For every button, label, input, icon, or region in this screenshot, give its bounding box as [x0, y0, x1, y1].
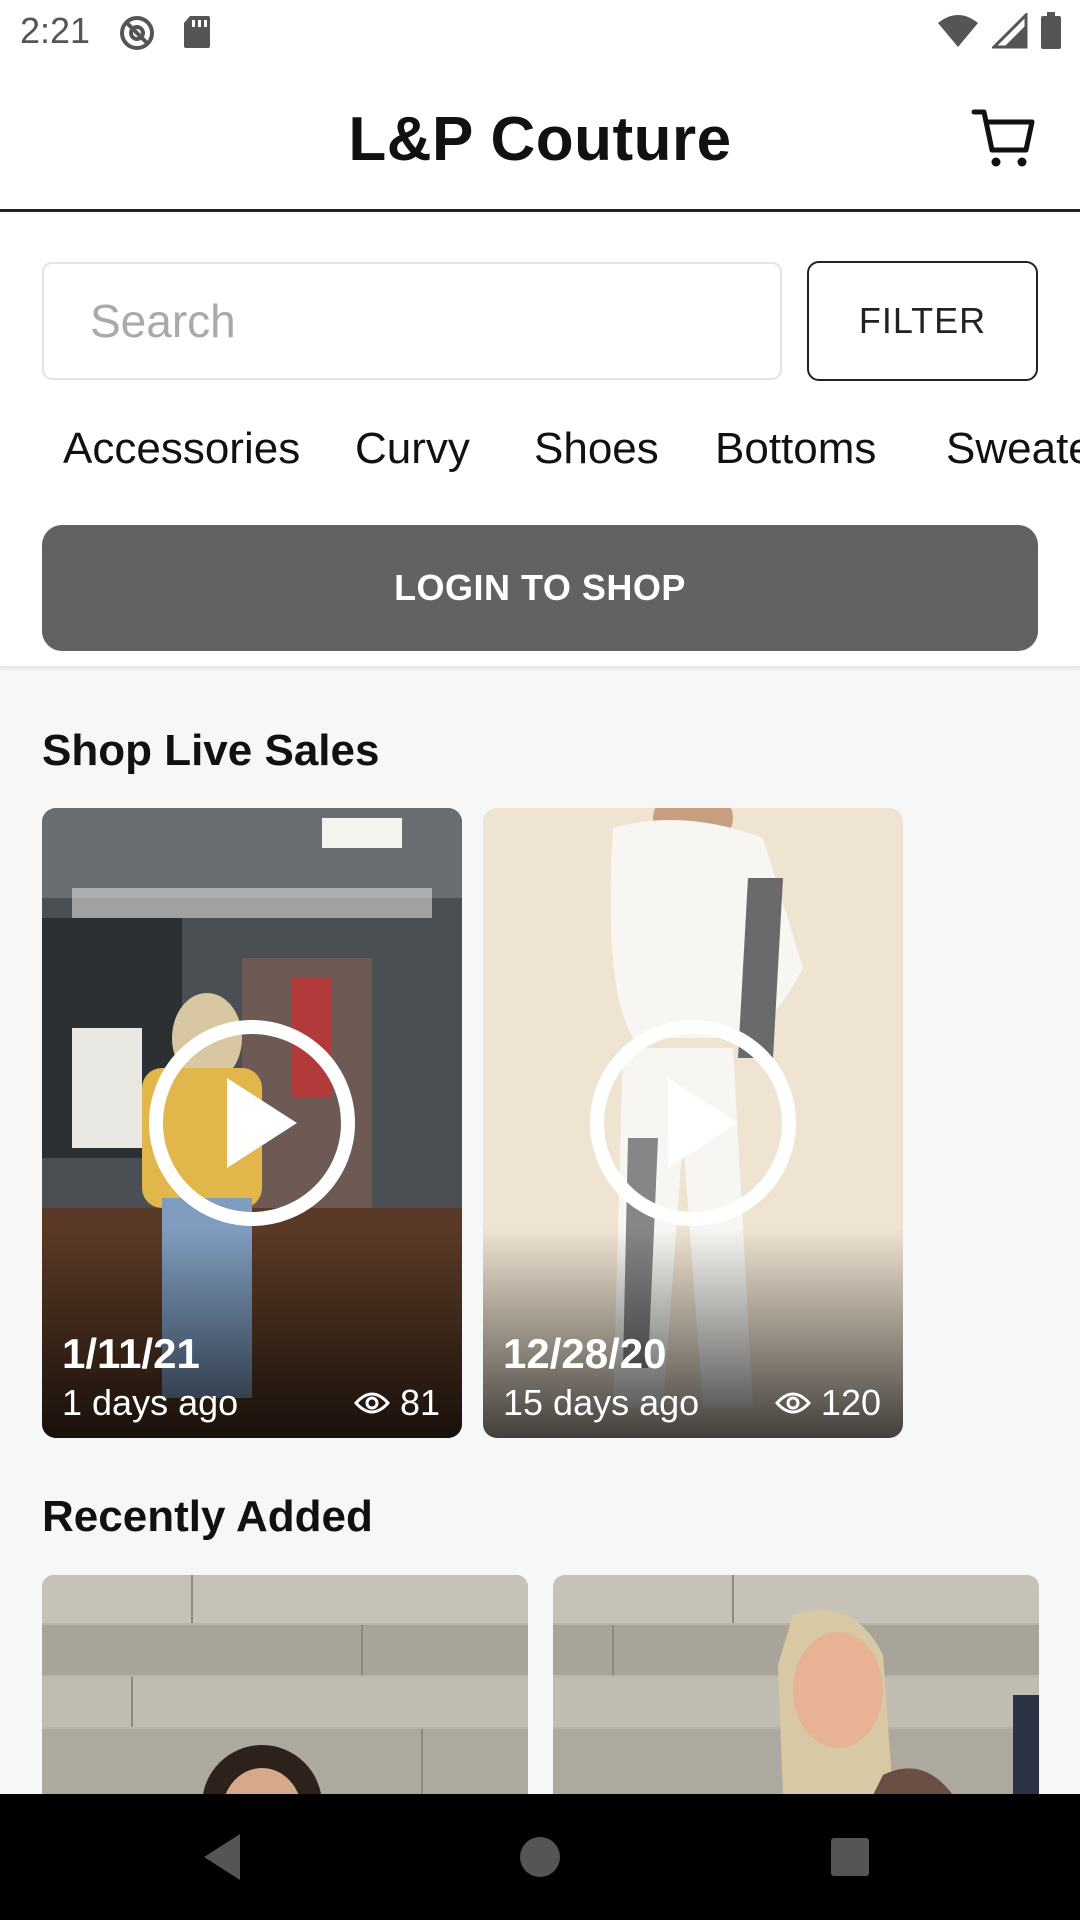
live-sale-views: 120	[774, 1382, 881, 1424]
category-sweaters[interactable]: Sweate	[946, 424, 1080, 474]
category-bottoms[interactable]: Bottoms	[715, 424, 876, 474]
battery-icon	[1041, 12, 1061, 49]
live-sale-card[interactable]: 1/11/21 1 days ago 81	[42, 808, 462, 1438]
status-time: 2:21	[20, 10, 91, 51]
cart-icon	[971, 109, 1035, 167]
login-to-shop-button[interactable]: LOGIN TO SHOP	[42, 525, 1038, 651]
eye-icon	[774, 1392, 811, 1414]
product-card[interactable]	[553, 1575, 1039, 1795]
navigation-bar	[0, 1794, 1080, 1920]
back-icon[interactable]	[192, 1824, 258, 1890]
app-header: L&P Couture	[0, 64, 1080, 212]
status-left-icons	[118, 14, 212, 52]
sd-card-icon	[184, 16, 210, 48]
filter-button[interactable]: FILTER	[807, 261, 1038, 381]
product-image	[42, 1575, 528, 1795]
status-bar: 2:21	[0, 0, 1080, 64]
live-sale-view-count: 120	[820, 1382, 881, 1423]
product-image	[553, 1575, 1039, 1795]
live-sales-title: Shop Live Sales	[42, 726, 380, 775]
recents-icon[interactable]	[817, 1824, 883, 1890]
live-sale-views: 81	[353, 1382, 440, 1424]
wifi-icon	[938, 15, 978, 47]
category-curvy[interactable]: Curvy	[355, 424, 470, 474]
live-sale-card[interactable]: 12/28/20 15 days ago 120	[483, 808, 903, 1438]
category-bar[interactable]: Accessories Curvy Shoes Bottoms Sweate	[0, 424, 1080, 508]
status-right-icons	[936, 12, 1062, 50]
cart-button[interactable]	[968, 100, 1040, 172]
do-not-disturb-icon	[120, 16, 154, 50]
live-sale-date: 1/11/21	[62, 1330, 200, 1377]
top-panel: FILTER Accessories Curvy Shoes Bottoms S…	[0, 212, 1080, 666]
live-sale-view-count: 81	[399, 1382, 440, 1423]
play-icon[interactable]	[147, 1018, 357, 1228]
live-sale-date: 12/28/20	[503, 1330, 667, 1377]
home-icon[interactable]	[507, 1824, 573, 1890]
product-card[interactable]	[42, 1575, 528, 1795]
category-accessories[interactable]: Accessories	[63, 424, 300, 474]
cellular-signal-icon	[992, 13, 1028, 49]
search-input[interactable]	[42, 262, 782, 380]
category-shoes[interactable]: Shoes	[534, 424, 659, 474]
live-sale-ago: 1 days ago	[62, 1382, 239, 1423]
play-icon[interactable]	[588, 1018, 798, 1228]
live-sale-ago: 15 days ago	[503, 1382, 700, 1423]
app-title: L&P Couture	[348, 105, 732, 174]
recently-added-title: Recently Added	[42, 1492, 373, 1541]
eye-icon	[353, 1392, 390, 1414]
